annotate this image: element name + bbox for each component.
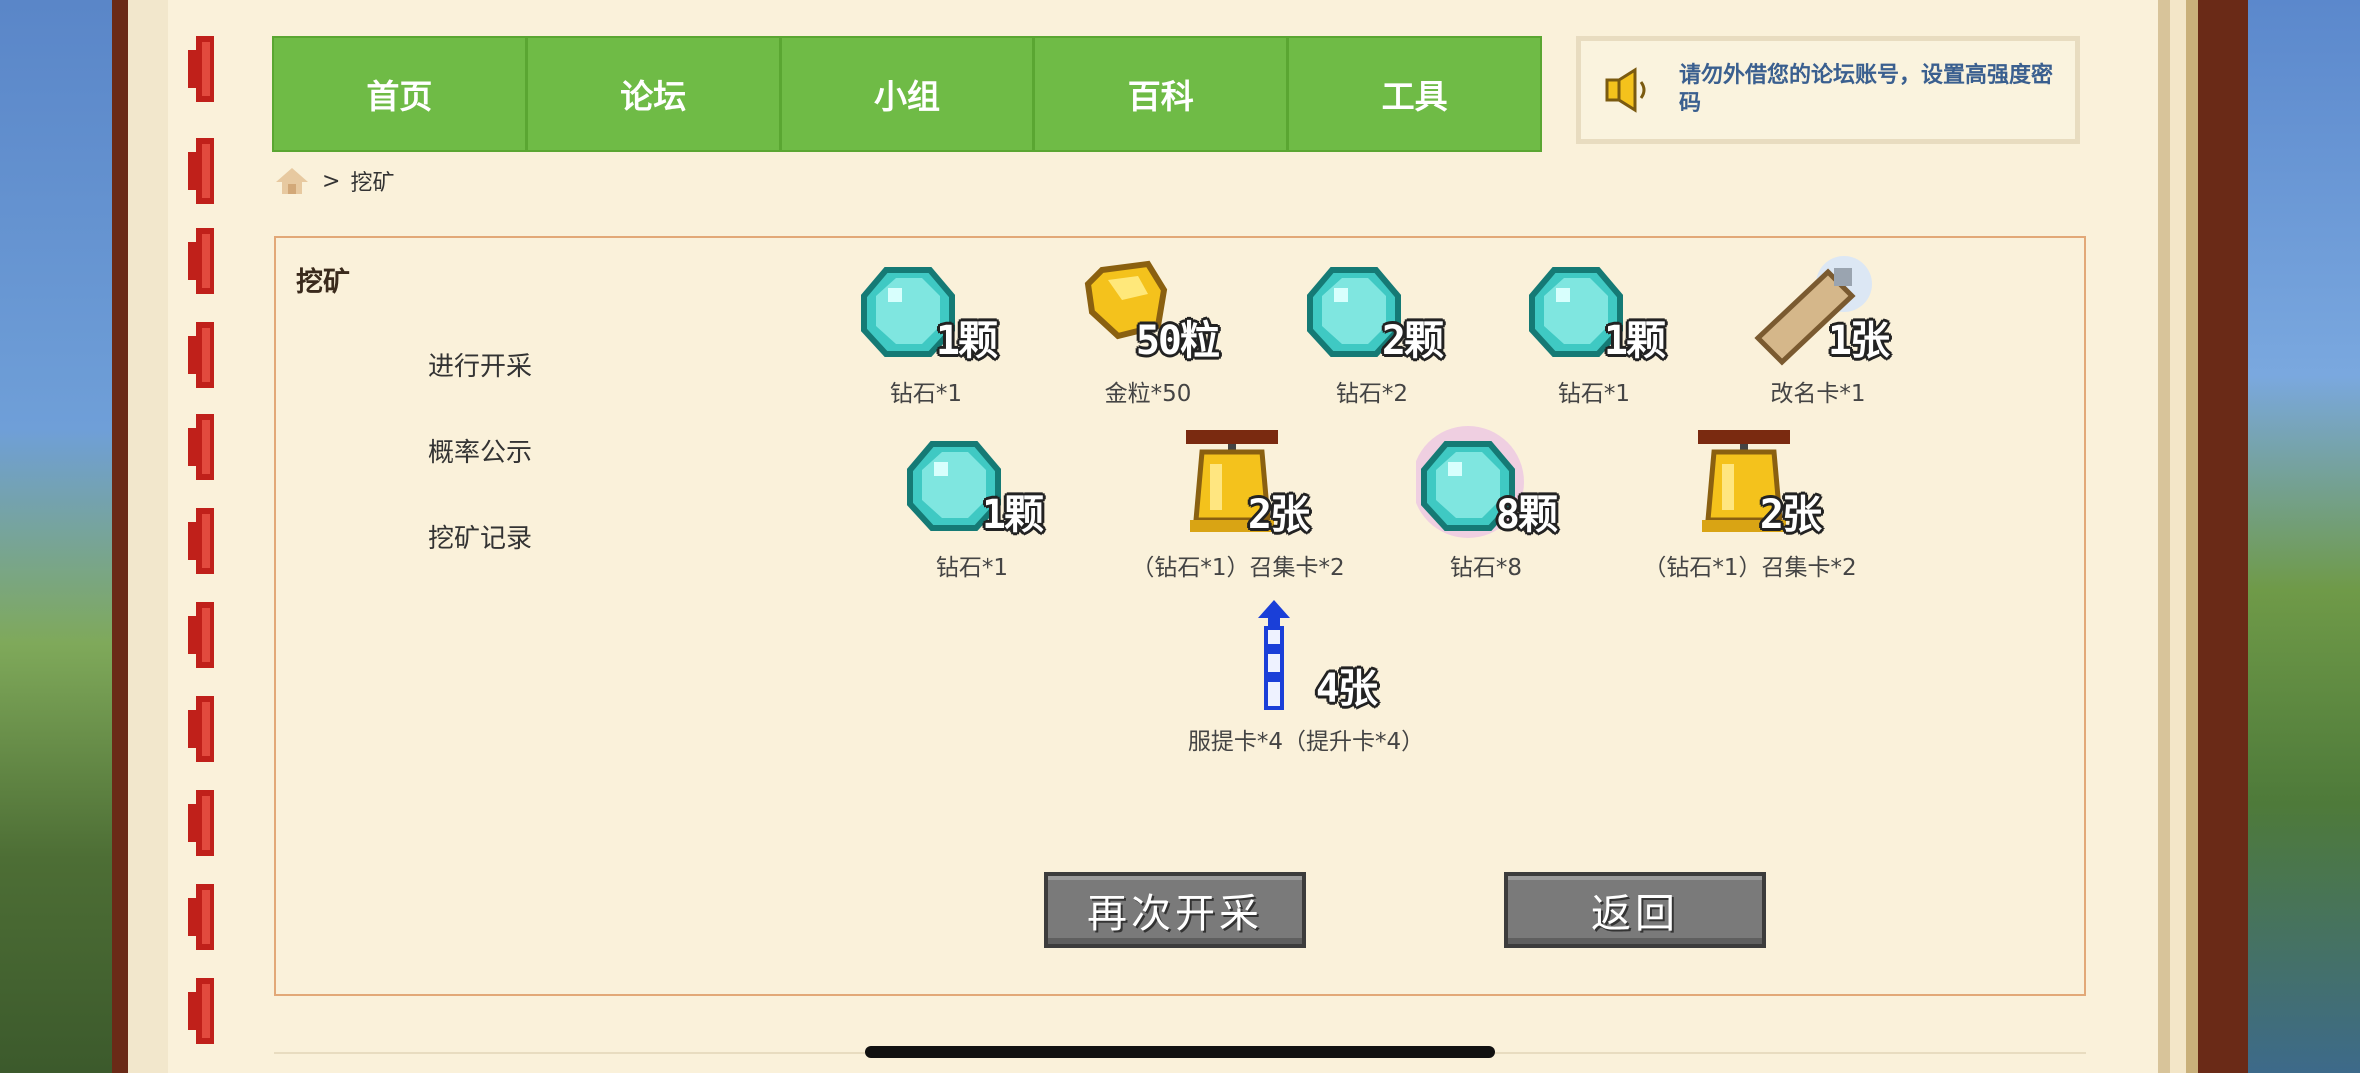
bell-icon: 2张 — [1680, 424, 1822, 544]
firework-icon: 4张 — [1236, 598, 1378, 718]
reward-caption: 钻石*1 — [889, 381, 963, 407]
reward-item: 1颗钻石*1 — [1494, 250, 1694, 408]
reward-caption: 金粒*50 — [1104, 381, 1192, 407]
nav-groups[interactable]: 小组 — [782, 38, 1036, 150]
binding-ring — [188, 978, 214, 1044]
reward-caption: 钻石*1 — [1557, 381, 1631, 407]
reward-item: 50粒金粒*50 — [1048, 250, 1248, 408]
link-mining-history[interactable]: 挖矿记录 — [428, 518, 532, 555]
speaker-icon — [1605, 67, 1646, 113]
binding-ring — [188, 884, 214, 950]
binding-ring — [188, 602, 214, 668]
nav-forum[interactable]: 论坛 — [528, 38, 782, 150]
home-indicator — [865, 1046, 1495, 1058]
reward-item: 8颗钻石*8 — [1386, 424, 1586, 582]
link-probability[interactable]: 概率公示 — [428, 432, 532, 469]
reward-quantity: 1颗 — [1603, 318, 1666, 364]
reward-quantity: 8颗 — [1495, 492, 1558, 538]
binding-ring — [188, 414, 214, 480]
mine-again-button[interactable]: 再次开采 — [1044, 872, 1306, 948]
reward-quantity: 50粒 — [1135, 318, 1220, 364]
reward-item: 4张服提卡*4（提升卡*4） — [1176, 598, 1436, 756]
reward-quantity: 2张 — [1247, 492, 1310, 538]
breadcrumb: > 挖矿 — [274, 164, 394, 198]
binding-ring — [188, 322, 214, 388]
nav-tools[interactable]: 工具 — [1289, 38, 1540, 150]
diamond-icon: 1颗 — [1524, 250, 1666, 370]
reward-item: 1颗钻石*1 — [872, 424, 1072, 582]
link-start-mining[interactable]: 进行开采 — [428, 346, 532, 383]
reward-quantity: 4张 — [1315, 666, 1378, 712]
notice-text: 请勿外借您的论坛账号，设置高强度密码 — [1679, 63, 2054, 116]
binding-ring — [188, 790, 214, 856]
reward-quantity: 1颗 — [935, 318, 998, 364]
breadcrumb-separator: > — [322, 168, 341, 194]
page-edge — [2158, 0, 2220, 1073]
reward-item: 1颗钻石*1 — [826, 250, 1026, 408]
reward-item: 2颗钻石*2 — [1272, 250, 1472, 408]
reward-quantity: 2张 — [1759, 492, 1822, 538]
breadcrumb-current: 挖矿 — [350, 171, 395, 196]
reward-caption: 钻石*1 — [935, 555, 1009, 581]
nav-wiki[interactable]: 百科 — [1035, 38, 1290, 150]
background-scenery-right — [2230, 0, 2360, 1073]
reward-caption: （钻石*1）召集卡*2 — [1131, 555, 1345, 581]
mining-panel: 挖矿 进行开采 概率公示 挖矿记录 1颗 钻石*1 50粒 金粒*50 2颗 钻石*2 1颗… — [274, 236, 2086, 996]
diamond-icon: 1颗 — [856, 250, 998, 370]
reward-quantity: 2颗 — [1381, 318, 1444, 364]
reward-item: 2张 （钻石*1）召集卡*2 — [1620, 424, 1880, 582]
back-button[interactable]: 返回 — [1504, 872, 1766, 948]
diamond-icon: 1颗 — [902, 424, 1044, 544]
background-scenery-left — [0, 0, 130, 1073]
diamond-icon: 2颗 — [1302, 250, 1444, 370]
binding-ring — [188, 36, 214, 102]
reward-caption: 服提卡*4（提升卡*4） — [1187, 729, 1425, 755]
notice-bar: 请勿外借您的论坛账号，设置高强度密码 — [1576, 36, 2080, 144]
diamond-glow-icon: 8颗 — [1412, 424, 1558, 544]
home-icon[interactable] — [274, 166, 310, 196]
reward-caption: （钻石*1）召集卡*2 — [1643, 555, 1857, 581]
reward-caption: 钻石*8 — [1449, 555, 1523, 581]
binding-ring — [188, 228, 214, 294]
binding-ring — [188, 508, 214, 574]
gold-nugget-icon: 50粒 — [1078, 250, 1220, 370]
panel-title: 挖矿 — [296, 267, 350, 298]
reward-quantity: 1张 — [1827, 318, 1890, 364]
reward-item: 1张改名卡*1 — [1718, 250, 1918, 408]
reward-caption: 钻石*2 — [1335, 381, 1409, 407]
binding-ring — [188, 138, 214, 204]
reward-item: 2张 （钻石*1）召集卡*2 — [1108, 424, 1368, 582]
nav-home[interactable]: 首页 — [274, 38, 528, 150]
binding-ring — [188, 696, 214, 762]
reward-caption: 改名卡*1 — [1770, 381, 1866, 407]
main-nav: 首页 论坛 小组 百科 工具 — [272, 36, 1542, 152]
bell-icon: 2张 — [1168, 424, 1310, 544]
rename-card-icon: 1张 — [1748, 250, 1890, 370]
page-margin — [128, 0, 168, 1073]
reward-quantity: 1颗 — [981, 492, 1044, 538]
